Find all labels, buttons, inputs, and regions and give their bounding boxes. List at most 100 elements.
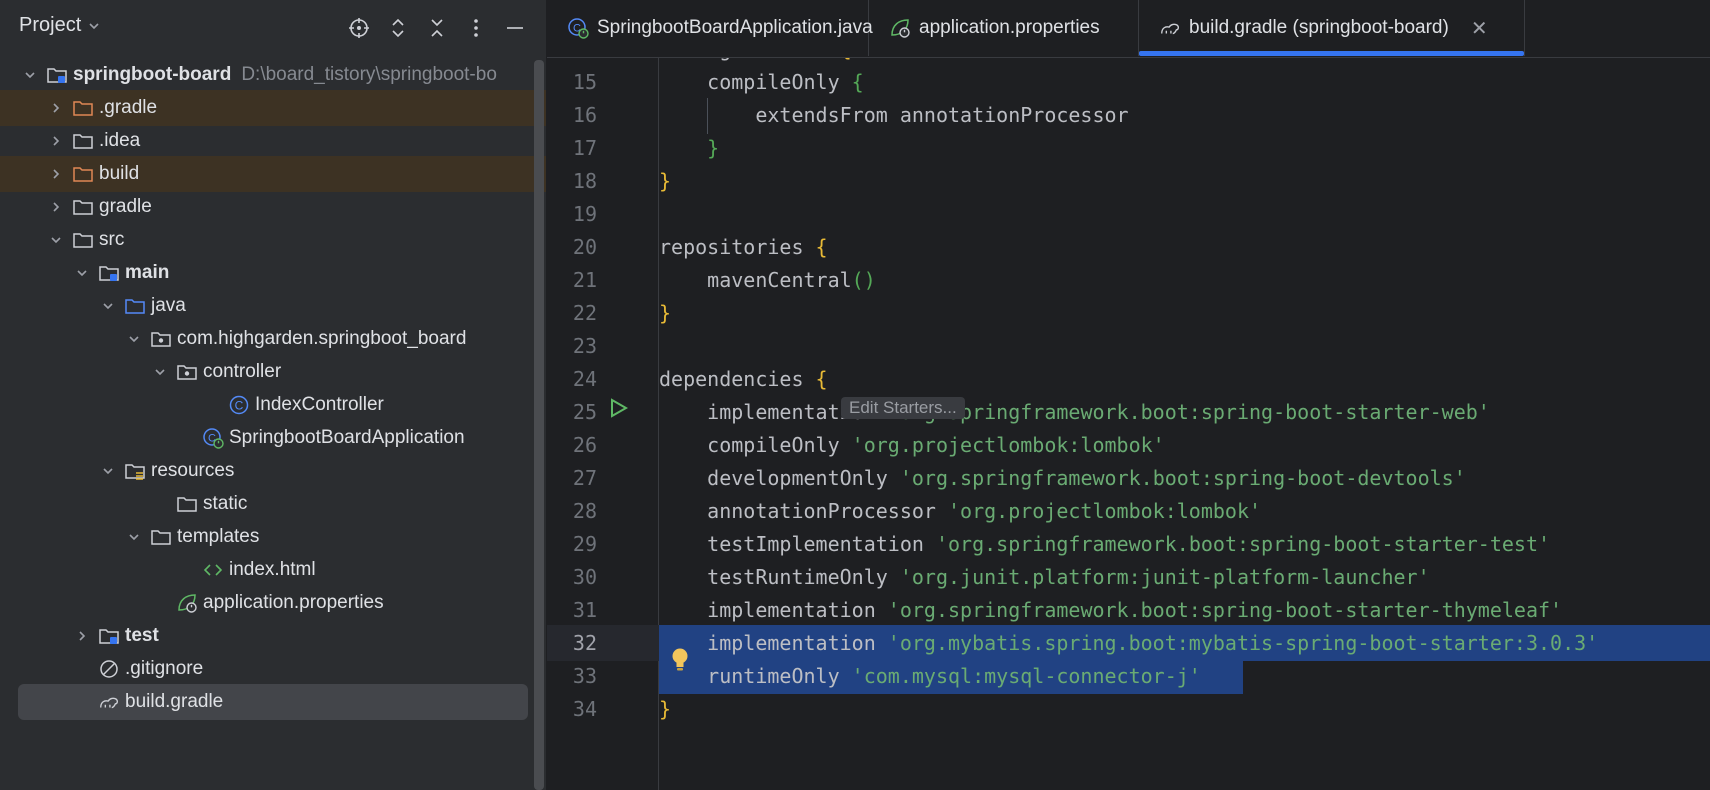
tree-item[interactable]: .gradle bbox=[0, 90, 546, 126]
line-number: 27 bbox=[572, 466, 597, 490]
hide-panel-icon[interactable] bbox=[500, 13, 530, 43]
code-line[interactable]: 17 } bbox=[547, 130, 1710, 166]
code-line[interactable]: 28 annotationProcessor 'org.projectlombo… bbox=[547, 493, 1710, 529]
code-line[interactable]: 22} bbox=[547, 295, 1710, 331]
editor-tab[interactable]: C SpringbootBoardApplication.java bbox=[547, 0, 873, 56]
chevron-right-icon[interactable] bbox=[46, 98, 66, 118]
expand-all-icon[interactable] bbox=[383, 13, 413, 43]
svg-text:C: C bbox=[235, 399, 244, 413]
line-number: 22 bbox=[572, 301, 597, 325]
tree-item-label: com.highgarden.springboot_board bbox=[177, 328, 467, 349]
tree-item[interactable]: C SpringbootBoardApplication bbox=[0, 420, 546, 456]
chevron-down-icon[interactable] bbox=[98, 296, 118, 316]
line-number: 25 bbox=[572, 400, 597, 424]
tree-item[interactable]: main bbox=[0, 255, 546, 291]
tree-item[interactable]: resources bbox=[0, 453, 546, 489]
tree-item-label: IndexController bbox=[255, 394, 384, 415]
tree-item[interactable]: com.highgarden.springboot_board bbox=[0, 321, 546, 357]
chevron-right-icon[interactable] bbox=[46, 197, 66, 217]
line-number: 21 bbox=[572, 268, 597, 292]
chevron-down-icon[interactable] bbox=[20, 65, 40, 85]
code-text: compileOnly 'org.projectlombok:lombok' bbox=[659, 433, 1165, 457]
code-line[interactable]: 25 implementation 'org.springframework.b… bbox=[547, 394, 1710, 430]
code-line[interactable]: 33 runtimeOnly 'com.mysql:mysql-connecto… bbox=[547, 658, 1710, 694]
code-line[interactable]: 32 implementation 'org.mybatis.spring.bo… bbox=[547, 625, 1710, 661]
code-text: dependencies { bbox=[659, 367, 828, 391]
code-line[interactable]: 31 implementation 'org.springframework.b… bbox=[547, 592, 1710, 628]
editor-tab[interactable]: application.properties bbox=[869, 0, 1139, 56]
dependency-configuration: implementation bbox=[659, 631, 888, 655]
dependency-coordinate: 'com.mysql:mysql-connector-j' bbox=[851, 664, 1201, 688]
chevron-down-icon[interactable] bbox=[124, 329, 144, 349]
collapse-all-icon[interactable] bbox=[422, 13, 452, 43]
tree-item[interactable]: build.gradle bbox=[18, 684, 528, 720]
chevron-down-icon[interactable] bbox=[46, 230, 66, 250]
dependency-coordinate: 'org.springframework.boot:spring-boot-st… bbox=[935, 532, 1551, 556]
chevron-right-icon[interactable] bbox=[72, 626, 92, 646]
editor-tab-label: SpringbootBoardApplication.java bbox=[597, 17, 873, 38]
code-line[interactable]: 18} bbox=[547, 163, 1710, 199]
tree-item[interactable]: springboot-board D:\board_tistory\springb… bbox=[0, 57, 546, 93]
tree-item-label: build bbox=[99, 163, 140, 184]
folder-icon bbox=[72, 130, 94, 152]
tree-item[interactable]: src bbox=[0, 222, 546, 258]
edit-starters-hint[interactable]: Edit Starters... bbox=[841, 397, 965, 419]
tree-item[interactable]: .gitignore bbox=[0, 651, 546, 687]
chevron-down-icon[interactable] bbox=[98, 461, 118, 481]
chevron-down-icon[interactable] bbox=[72, 263, 92, 283]
project-tree-scrollbar[interactable] bbox=[534, 60, 544, 790]
tree-item[interactable]: static bbox=[0, 486, 546, 522]
chevron-down-icon[interactable] bbox=[150, 362, 170, 382]
locate-icon[interactable] bbox=[344, 13, 374, 43]
editor-tab[interactable]: build.gradle (springboot-board) ✕ bbox=[1139, 0, 1525, 56]
chevron-right-icon[interactable] bbox=[46, 164, 66, 184]
project-panel-header: Project bbox=[0, 0, 546, 56]
code-line[interactable]: 24 dependencies { bbox=[547, 361, 1710, 397]
code-editor[interactable]: 14configurations {15 compileOnly {16 ext… bbox=[547, 58, 1710, 790]
project-view-selector[interactable]: Project bbox=[19, 14, 101, 37]
tree-item[interactable]: gradle bbox=[0, 189, 546, 225]
tree-item[interactable]: C IndexController bbox=[0, 387, 546, 423]
tree-item[interactable]: java bbox=[0, 288, 546, 324]
code-line[interactable]: 20 repositories { bbox=[547, 229, 1710, 265]
lightbulb-icon[interactable] bbox=[669, 647, 691, 678]
code-line[interactable]: 21 mavenCentral() bbox=[547, 262, 1710, 298]
code-line[interactable]: 30 testRuntimeOnly 'org.junit.platform:j… bbox=[547, 559, 1710, 595]
folder-icon bbox=[176, 493, 198, 515]
tree-item-label: springboot-board bbox=[73, 64, 232, 85]
tree-item-label: main bbox=[125, 262, 170, 283]
code-line[interactable]: 26 compileOnly 'org.projectlombok:lombok… bbox=[547, 427, 1710, 463]
tree-item[interactable]: index.html bbox=[0, 552, 546, 588]
tree-item[interactable]: .idea bbox=[0, 123, 546, 159]
code-line[interactable]: 29 testImplementation 'org.springframewo… bbox=[547, 526, 1710, 562]
chevron-right-icon[interactable] bbox=[46, 131, 66, 151]
code-line[interactable]: 16 extendsFrom annotationProcessor bbox=[547, 97, 1710, 133]
tree-item[interactable]: templates bbox=[0, 519, 546, 555]
chevron-down-icon[interactable] bbox=[124, 527, 144, 547]
tree-item[interactable]: test bbox=[0, 618, 546, 654]
folder-icon bbox=[72, 229, 94, 251]
line-number: 24 bbox=[572, 367, 597, 391]
java-folder-icon bbox=[124, 295, 146, 317]
package-icon bbox=[150, 328, 172, 350]
close-icon[interactable]: ✕ bbox=[1471, 16, 1488, 41]
line-number: 33 bbox=[572, 664, 597, 688]
more-options-icon[interactable] bbox=[461, 13, 491, 43]
tree-item-label: static bbox=[203, 493, 248, 514]
run-icon[interactable] bbox=[607, 397, 629, 424]
tree-item[interactable]: controller bbox=[0, 354, 546, 390]
line-number: 18 bbox=[572, 169, 597, 193]
tree-item-label: src bbox=[99, 229, 125, 250]
excluded-folder-icon bbox=[72, 163, 94, 185]
code-line[interactable]: 27 developmentOnly 'org.springframework.… bbox=[547, 460, 1710, 496]
code-text: annotationProcessor 'org.projectlombok:l… bbox=[659, 499, 1261, 523]
tree-item[interactable]: build bbox=[0, 156, 546, 192]
dependency-configuration: annotationProcessor bbox=[659, 499, 948, 523]
code-line[interactable]: 15 compileOnly { bbox=[547, 64, 1710, 100]
code-line[interactable]: 23 bbox=[547, 328, 1710, 364]
code-line[interactable]: 19 bbox=[547, 196, 1710, 232]
resources-folder-icon bbox=[124, 460, 146, 482]
tree-item[interactable]: application.properties bbox=[0, 585, 546, 621]
code-line[interactable]: 34} bbox=[547, 691, 1710, 727]
